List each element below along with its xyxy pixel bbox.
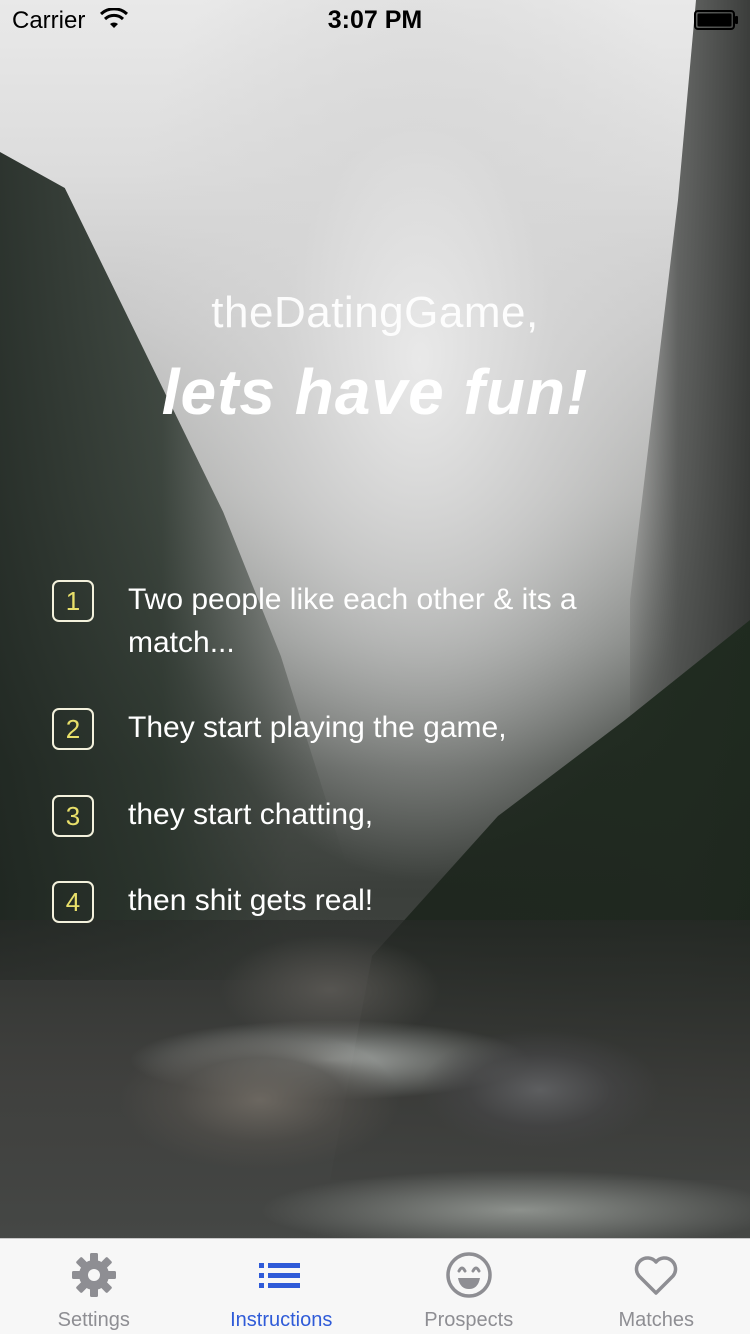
tab-label: Prospects	[424, 1309, 514, 1331]
app-tagline: lets have fun!	[161, 356, 589, 428]
status-bar: Carrier 3:07 PM	[0, 0, 750, 40]
tab-settings[interactable]: Settings	[0, 1239, 188, 1334]
smiley-icon	[446, 1252, 492, 1298]
app-title: theDatingGame,	[211, 288, 539, 337]
step-text: They start playing the game,	[128, 711, 507, 744]
step-number-badge: 4	[52, 881, 94, 923]
heart-icon	[635, 1256, 678, 1295]
tab-matches[interactable]: Matches	[563, 1239, 750, 1334]
step-number-badge: 3	[52, 795, 94, 837]
instructions-screen: Carrier 3:07 PM theDatingGame, lets have…	[0, 0, 750, 1334]
battery-icon	[694, 10, 738, 30]
tab-label: Instructions	[230, 1309, 333, 1331]
step-number-badge: 2	[52, 708, 94, 750]
tab-bar: Settings Instructions Prospects Matches	[0, 1238, 750, 1334]
gear-icon	[71, 1253, 116, 1297]
tab-instructions[interactable]: Instructions	[188, 1239, 376, 1334]
list-icon	[259, 1263, 301, 1288]
tab-prospects[interactable]: Prospects	[375, 1239, 563, 1334]
step-text: Two people like each other & its a match…	[128, 583, 577, 659]
step-text: they start chatting,	[128, 798, 374, 831]
tab-label: Matches	[618, 1309, 695, 1331]
step-number-badge: 1	[52, 580, 94, 622]
background-rocks	[0, 920, 750, 1238]
status-time: 3:07 PM	[327, 6, 423, 34]
step-text: then shit gets real!	[128, 884, 374, 917]
tab-label: Settings	[57, 1309, 130, 1331]
